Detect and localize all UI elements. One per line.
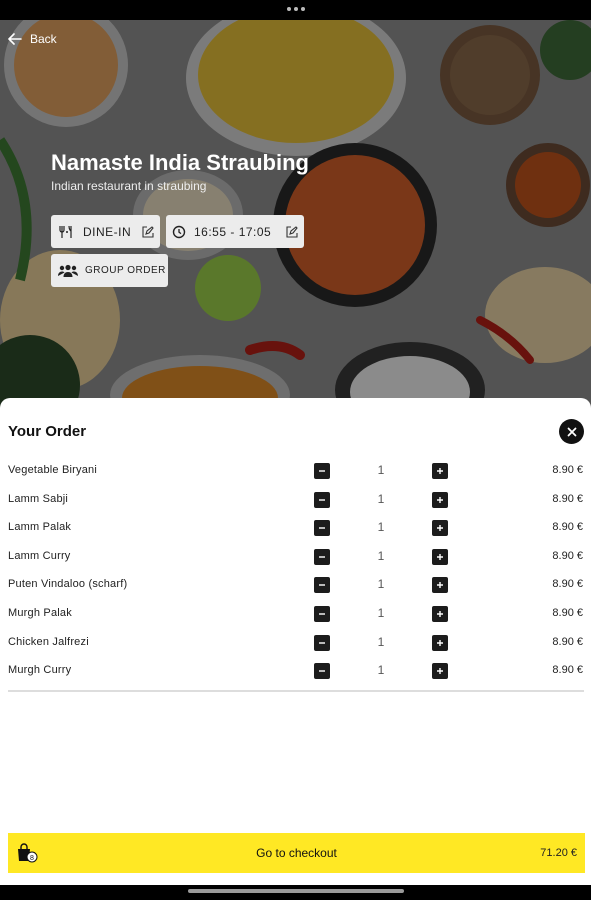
increase-quantity-button[interactable]	[432, 491, 448, 508]
edit-icon[interactable]	[286, 225, 298, 238]
plus-icon	[437, 496, 443, 503]
decrease-quantity-button[interactable]	[314, 548, 330, 565]
order-row: Chicken Jalfrezi 1 8.90 €	[0, 628, 591, 657]
item-quantity: 1	[377, 577, 385, 592]
item-quantity: 1	[377, 605, 385, 620]
order-row: Lamm Sabji 1 8.90 €	[0, 485, 591, 514]
back-button[interactable]: Back	[8, 32, 57, 46]
back-arrow-icon	[8, 33, 22, 45]
item-price: 8.90 €	[552, 606, 583, 619]
item-name: Murgh Curry	[8, 664, 72, 677]
decrease-quantity-button[interactable]	[314, 520, 330, 537]
minus-icon	[319, 527, 325, 529]
item-quantity: 1	[377, 491, 385, 506]
item-name: Lamm Curry	[8, 549, 71, 562]
increase-quantity-button[interactable]	[432, 520, 448, 537]
item-quantity: 1	[377, 548, 385, 563]
clock-icon	[172, 225, 186, 239]
item-quantity: 1	[377, 663, 385, 678]
plus-icon	[437, 468, 443, 474]
time-slot-chip[interactable]: 16:55 - 17:05	[166, 215, 304, 248]
order-row: Vegetable Biryani 1 8.90 €	[0, 456, 591, 485]
order-list: Vegetable Biryani 1 8.90 € Lamm Sabji 1 8.90 …	[0, 456, 591, 685]
item-name: Chicken Jalfrezi	[8, 635, 89, 648]
increase-quantity-button[interactable]	[432, 634, 448, 651]
close-button[interactable]	[559, 419, 584, 444]
dine-in-icon	[59, 224, 75, 240]
restaurant-name: Namaste India Straubing	[51, 150, 309, 175]
order-title: Your Order	[8, 423, 87, 440]
plus-icon	[437, 525, 443, 532]
system-nav-bar	[0, 885, 591, 900]
order-row: Lamm Palak 1 8.90 €	[0, 513, 591, 542]
item-name: Puten Vindaloo (scharf)	[8, 578, 128, 591]
increase-quantity-button[interactable]	[432, 577, 448, 594]
minus-icon	[319, 670, 325, 672]
multitasking-dots-icon[interactable]	[287, 7, 305, 11]
group-order-chip[interactable]: GROUP ORDER	[51, 254, 168, 287]
plus-icon	[437, 553, 443, 560]
item-quantity: 1	[377, 520, 385, 535]
decrease-quantity-button[interactable]	[314, 577, 330, 594]
decrease-quantity-button[interactable]	[314, 634, 330, 651]
item-price: 8.90 €	[552, 464, 583, 476]
back-label: Back	[30, 32, 57, 46]
item-quantity: 1	[377, 463, 385, 477]
item-name: Lamm Sabji	[8, 492, 69, 505]
minus-icon	[319, 556, 325, 558]
plus-icon	[437, 668, 443, 675]
checkout-label: Go to checkout	[256, 846, 337, 860]
item-price: 8.90 €	[552, 635, 583, 648]
checkout-total: 71.20 €	[540, 847, 577, 859]
minus-icon	[319, 470, 325, 472]
increase-quantity-button[interactable]	[432, 463, 448, 479]
minus-icon	[319, 498, 325, 501]
edit-icon[interactable]	[142, 225, 154, 238]
restaurant-tagline: Indian restaurant in straubing	[51, 179, 207, 193]
close-icon	[567, 427, 576, 436]
item-price: 8.90 €	[552, 664, 583, 677]
minus-icon	[319, 641, 325, 644]
group-icon	[57, 264, 79, 278]
minus-icon	[319, 584, 325, 587]
order-row: Lamm Curry 1 8.90 €	[0, 542, 591, 571]
item-name: Lamm Palak	[8, 521, 72, 534]
checkout-button[interactable]: 8 Go to checkout 71.20 €	[8, 833, 585, 873]
item-name: Murgh Palak	[8, 606, 72, 619]
minus-icon	[319, 613, 325, 615]
increase-quantity-button[interactable]	[432, 548, 448, 565]
decrease-quantity-button[interactable]	[314, 463, 330, 479]
service-mode-label: DINE-IN	[83, 224, 132, 239]
home-indicator[interactable]	[188, 889, 404, 893]
increase-quantity-button[interactable]	[432, 663, 448, 680]
status-bar	[0, 0, 591, 20]
service-mode-chip[interactable]: DINE-IN	[51, 215, 160, 248]
item-quantity: 1	[377, 634, 385, 649]
plus-icon	[437, 582, 443, 589]
decrease-quantity-button[interactable]	[314, 663, 330, 680]
plus-icon	[437, 639, 443, 646]
item-price: 8.90 €	[552, 578, 583, 591]
group-order-label: GROUP ORDER	[85, 265, 166, 276]
decrease-quantity-button[interactable]	[314, 491, 330, 508]
item-price: 8.90 €	[552, 492, 583, 505]
hero-banner: Back Namaste India Straubing Indian rest…	[0, 20, 591, 410]
order-sheet: Your Order Vegetable Biryani 1 8.90 € Lamm …	[0, 398, 591, 885]
time-slot-label: 16:55 - 17:05	[194, 224, 272, 239]
decrease-quantity-button[interactable]	[314, 605, 330, 622]
item-price: 8.90 €	[552, 521, 583, 534]
increase-quantity-button[interactable]	[432, 605, 448, 622]
order-row: Puten Vindaloo (scharf) 1 8.90 €	[0, 570, 591, 599]
item-price: 8.90 €	[552, 549, 583, 562]
plus-icon	[437, 610, 443, 617]
divider	[8, 690, 584, 692]
order-row: Murgh Curry 1 8.90 €	[0, 656, 591, 685]
order-row: Murgh Palak 1 8.90 €	[0, 599, 591, 628]
item-name: Vegetable Biryani	[8, 464, 98, 476]
